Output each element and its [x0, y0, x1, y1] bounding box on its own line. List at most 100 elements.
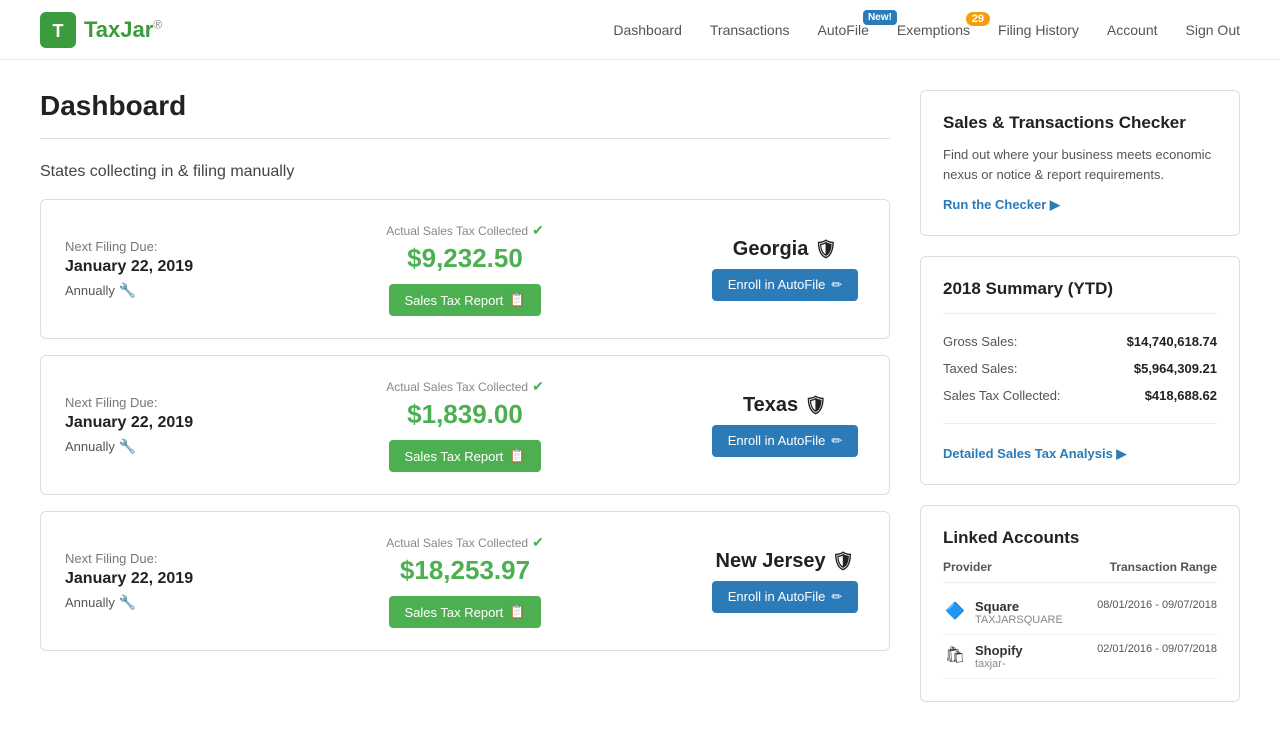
square-icon: 🔷 — [943, 599, 967, 623]
checker-desc: Find out where your business meets econo… — [943, 145, 1217, 184]
check-icon-texas: ✔ — [532, 378, 544, 395]
checker-title: Sales & Transactions Checker — [943, 113, 1217, 133]
state-card-newjersey: Next Filing Due: January 22, 2019 Annual… — [40, 511, 890, 651]
summary-label-gross: Gross Sales: — [943, 334, 1017, 349]
state-card-georgia: Next Filing Due: January 22, 2019 Annual… — [40, 199, 890, 339]
range-col-header: Transaction Range — [1110, 560, 1217, 574]
shield-icon-georgia: 🛡 — [814, 239, 837, 260]
check-icon-newjersey: ✔ — [532, 534, 544, 551]
tax-amount-texas: $1,839.00 — [245, 399, 685, 430]
card-tax-texas: Actual Sales Tax Collected ✔ $1,839.00 S… — [245, 378, 685, 472]
summary-row-gross: Gross Sales: $14,740,618.74 — [943, 328, 1217, 355]
account-range-square: 08/01/2016 - 09/07/2018 — [1097, 599, 1217, 611]
filing-date-newjersey: January 22, 2019 — [65, 570, 225, 588]
main-content: Dashboard States collecting in & filing … — [0, 60, 1280, 752]
accounts-header: Provider Transaction Range — [943, 560, 1217, 583]
detailed-analysis-link[interactable]: Detailed Sales Tax Analysis ▶ — [943, 446, 1126, 462]
wrench-icon-newjersey[interactable]: 🔧 — [119, 594, 136, 611]
nav-autofile-wrap: AutoFile New! — [818, 22, 869, 38]
right-panel: Sales & Transactions Checker Find out wh… — [920, 90, 1240, 722]
filing-due-label-texas: Next Filing Due: — [65, 395, 225, 410]
nav-account[interactable]: Account — [1107, 22, 1158, 38]
frequency-newjersey: Annually 🔧 — [65, 594, 225, 611]
filing-due-label-georgia: Next Filing Due: — [65, 239, 225, 254]
nav-links: Dashboard Transactions AutoFile New! Exe… — [613, 22, 1240, 38]
report-doc-icon-georgia: 📋 — [509, 292, 525, 308]
summary-label-collected: Sales Tax Collected: — [943, 388, 1061, 403]
state-name-texas: Texas 🛡 — [705, 394, 865, 417]
run-checker-link[interactable]: Run the Checker ▶ — [943, 197, 1060, 212]
linked-accounts-title: Linked Accounts — [943, 528, 1217, 548]
tax-label-texas: Actual Sales Tax Collected ✔ — [245, 378, 685, 395]
autofile-btn-newjersey[interactable]: Enroll in AutoFile ✏ — [712, 581, 858, 613]
report-doc-icon-newjersey: 📋 — [509, 604, 525, 620]
nav-autofile[interactable]: AutoFile — [818, 22, 869, 38]
card-state-newjersey: New Jersey 🛡 Enroll in AutoFile ✏ — [705, 550, 865, 613]
state-card-texas: Next Filing Due: January 22, 2019 Annual… — [40, 355, 890, 495]
report-btn-georgia[interactable]: Sales Tax Report 📋 — [389, 284, 542, 316]
summary-divider — [943, 313, 1217, 314]
summary-panel: 2018 Summary (YTD) Gross Sales: $14,740,… — [920, 256, 1240, 485]
filing-date-georgia: January 22, 2019 — [65, 258, 225, 276]
nav-exemptions-wrap: Exemptions 29 — [897, 22, 970, 38]
report-btn-texas[interactable]: Sales Tax Report 📋 — [389, 440, 542, 472]
card-state-georgia: Georgia 🛡 Enroll in AutoFile ✏ — [705, 238, 865, 301]
summary-value-collected: $418,688.62 — [1145, 388, 1217, 403]
tax-label-georgia: Actual Sales Tax Collected ✔ — [245, 222, 685, 239]
tax-amount-newjersey: $18,253.97 — [245, 555, 685, 586]
nav-exemptions[interactable]: Exemptions — [897, 22, 970, 38]
nav-sign-out[interactable]: Sign Out — [1186, 22, 1240, 38]
shield-icon-newjersey: 🛡 — [832, 551, 855, 572]
logo: T TaxJar® — [40, 12, 162, 48]
provider-col-header: Provider — [943, 560, 992, 574]
account-name-shopify: Shopify — [975, 643, 1097, 658]
account-sub-square: TAXJARSQUARE — [975, 614, 1097, 626]
card-filing-texas: Next Filing Due: January 22, 2019 Annual… — [65, 395, 225, 455]
page-title: Dashboard — [40, 90, 890, 122]
shopify-icon: 🛍 — [943, 643, 967, 667]
account-name-square: Square — [975, 599, 1097, 614]
summary-label-taxed: Taxed Sales: — [943, 361, 1017, 376]
card-tax-georgia: Actual Sales Tax Collected ✔ $9,232.50 S… — [245, 222, 685, 316]
summary-divider2 — [943, 423, 1217, 424]
autofile-badge: New! — [863, 10, 897, 25]
account-info-square: Square TAXJARSQUARE — [975, 599, 1097, 626]
frequency-texas: Annually 🔧 — [65, 438, 225, 455]
filing-date-texas: January 22, 2019 — [65, 414, 225, 432]
autofile-icon-texas: ✏ — [831, 433, 842, 449]
nav-transactions[interactable]: Transactions — [710, 22, 790, 38]
card-filing-newjersey: Next Filing Due: January 22, 2019 Annual… — [65, 551, 225, 611]
account-row-shopify: 🛍 Shopify taxjar- 02/01/2016 - 09/07/201… — [943, 635, 1217, 679]
autofile-btn-texas[interactable]: Enroll in AutoFile ✏ — [712, 425, 858, 457]
summary-value-taxed: $5,964,309.21 — [1134, 361, 1217, 376]
summary-row-collected: Sales Tax Collected: $418,688.62 — [943, 382, 1217, 409]
account-info-shopify: Shopify taxjar- — [975, 643, 1097, 670]
autofile-icon-georgia: ✏ — [831, 277, 842, 293]
report-doc-icon-texas: 📋 — [509, 448, 525, 464]
left-panel: Dashboard States collecting in & filing … — [40, 90, 890, 722]
autofile-btn-georgia[interactable]: Enroll in AutoFile ✏ — [712, 269, 858, 301]
account-range-shopify: 02/01/2016 - 09/07/2018 — [1097, 643, 1217, 655]
tax-amount-georgia: $9,232.50 — [245, 243, 685, 274]
nav-filing-history[interactable]: Filing History — [998, 22, 1079, 38]
logo-text: TaxJar® — [84, 17, 162, 43]
summary-title: 2018 Summary (YTD) — [943, 279, 1217, 299]
account-row-square: 🔷 Square TAXJARSQUARE 08/01/2016 - 09/07… — [943, 591, 1217, 635]
svg-text:T: T — [53, 21, 64, 41]
filing-due-label-newjersey: Next Filing Due: — [65, 551, 225, 566]
wrench-icon-texas[interactable]: 🔧 — [119, 438, 136, 455]
nav-dashboard[interactable]: Dashboard — [613, 22, 682, 38]
card-state-texas: Texas 🛡 Enroll in AutoFile ✏ — [705, 394, 865, 457]
account-sub-shopify: taxjar- — [975, 658, 1097, 670]
check-icon-georgia: ✔ — [532, 222, 544, 239]
summary-row-taxed: Taxed Sales: $5,964,309.21 — [943, 355, 1217, 382]
navbar: T TaxJar® Dashboard Transactions AutoFil… — [0, 0, 1280, 60]
state-name-georgia: Georgia 🛡 — [705, 238, 865, 261]
title-divider — [40, 138, 890, 139]
wrench-icon-georgia[interactable]: 🔧 — [119, 282, 136, 299]
report-btn-newjersey[interactable]: Sales Tax Report 📋 — [389, 596, 542, 628]
card-tax-newjersey: Actual Sales Tax Collected ✔ $18,253.97 … — [245, 534, 685, 628]
checker-panel: Sales & Transactions Checker Find out wh… — [920, 90, 1240, 236]
state-name-newjersey: New Jersey 🛡 — [705, 550, 865, 573]
card-filing-georgia: Next Filing Due: January 22, 2019 Annual… — [65, 239, 225, 299]
